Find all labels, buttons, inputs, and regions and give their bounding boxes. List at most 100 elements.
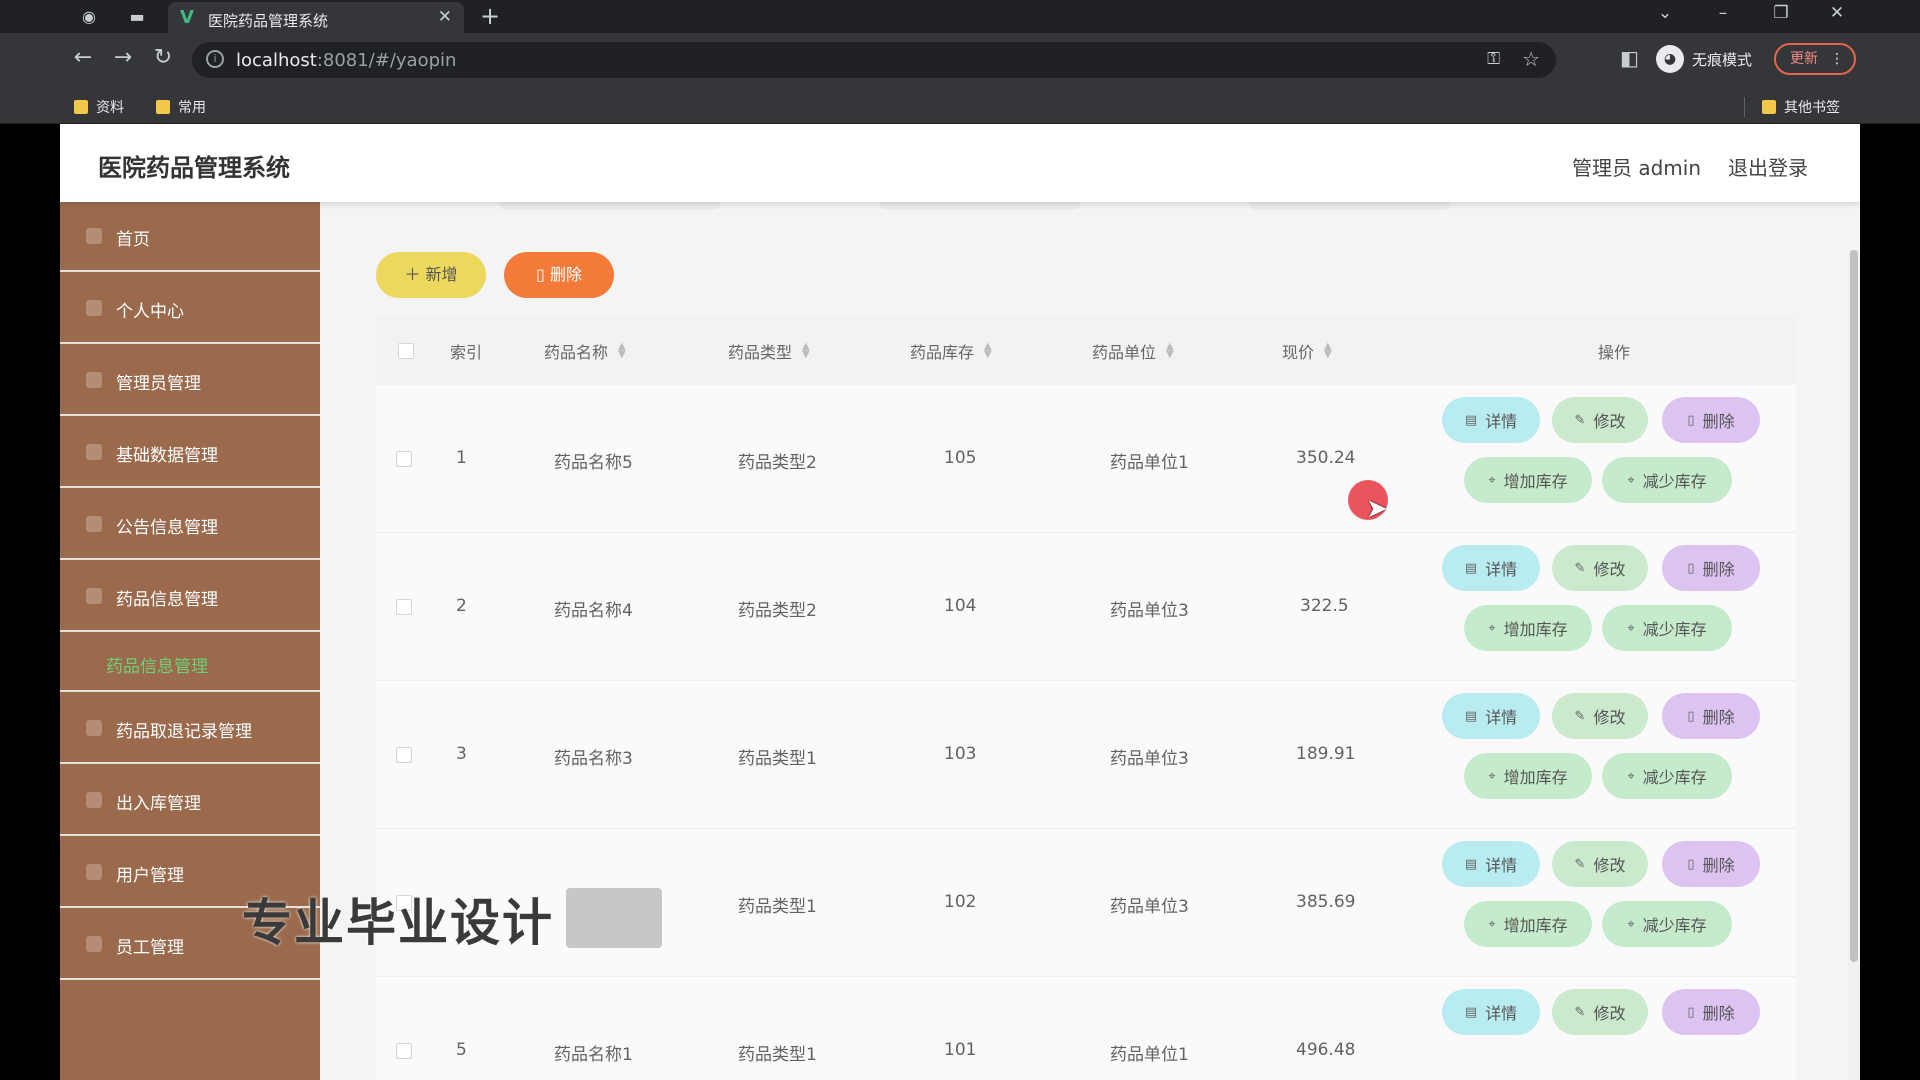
tab-search-icon[interactable]: ▬ — [124, 4, 150, 30]
col-price[interactable]: 现价 ▲ ▼ — [1282, 339, 1332, 363]
select-all-checkbox[interactable] — [398, 343, 414, 359]
bookmark-folder-1[interactable]: 资料 — [74, 97, 124, 117]
sidebar-item-inventory[interactable]: 出入库管理 — [60, 766, 320, 836]
records-icon — [86, 720, 102, 736]
detail-button[interactable]: ▤ 详情 — [1442, 693, 1540, 739]
edit-button[interactable]: ✎ 修改 — [1552, 989, 1648, 1035]
sidebar-item-admins[interactable]: 管理员管理 — [60, 346, 320, 416]
delete-button[interactable]: ▯ 删除 — [1662, 989, 1760, 1035]
sidebar-item-notices[interactable]: 公告信息管理 — [60, 490, 320, 560]
logout-link[interactable]: 退出登录 — [1728, 152, 1808, 181]
admin-icon — [86, 372, 102, 388]
col-type[interactable]: 药品类型 ▲ ▼ — [728, 339, 810, 363]
address-bar[interactable]: i localhost:8081/#/yaopin ⚿ ☆ — [192, 42, 1556, 78]
minimize-icon[interactable]: – — [1708, 3, 1738, 23]
location-pin-icon: ⌖ — [1627, 472, 1635, 488]
delete-button[interactable]: ▯ 删除 — [1662, 693, 1760, 739]
add-button[interactable]: ＋ 新增 — [376, 252, 486, 298]
app-title: 医院药品管理系统 — [98, 154, 290, 182]
sidebar-item-profile[interactable]: 个人中心 — [60, 274, 320, 344]
decrease-stock-button[interactable]: ⌖ 减少库存 — [1602, 901, 1732, 947]
sidebar-item-label: 公告信息管理 — [116, 518, 218, 538]
sort-icon: ▲ ▼ — [984, 341, 992, 360]
increase-stock-button[interactable]: ⌖ 增加库存 — [1464, 605, 1592, 651]
edit-button[interactable]: ✎ 修改 — [1552, 841, 1648, 887]
pencil-icon: ✎ — [1574, 1004, 1586, 1020]
sidebar-item-drug-info[interactable]: 药品信息管理 — [60, 562, 320, 632]
detail-button[interactable]: ▤ 详情 — [1442, 545, 1540, 591]
col-unit[interactable]: 药品单位 ▲ ▼ — [1092, 339, 1174, 363]
incognito-indicator[interactable]: ◕ 无痕模式 — [1656, 42, 1752, 76]
new-tab-icon[interactable]: + — [480, 2, 500, 30]
edit-button[interactable]: ✎ 修改 — [1552, 397, 1648, 443]
page-scrollbar[interactable] — [1848, 250, 1860, 1080]
sidebar-subitem-drug-info[interactable]: 药品信息管理 — [60, 634, 320, 692]
col-name[interactable]: 药品名称 ▲ ▼ — [544, 339, 626, 363]
delete-button[interactable]: ▯ 删除 — [1662, 397, 1760, 443]
cell-stock: 104 — [944, 596, 977, 616]
edit-button[interactable]: ✎ 修改 — [1552, 545, 1648, 591]
forward-icon[interactable]: → — [108, 45, 138, 70]
folder-icon — [74, 100, 88, 114]
side-panel-icon[interactable]: ◧ — [1620, 46, 1639, 70]
restore-icon[interactable]: ❐ — [1766, 3, 1796, 23]
delete-button[interactable]: ▯ 删除 — [1662, 841, 1760, 887]
sidebar-item-label: 管理员管理 — [116, 374, 201, 394]
sidebar-item-basic-data[interactable]: 基础数据管理 — [60, 418, 320, 488]
row-checkbox[interactable] — [396, 747, 412, 763]
table-header: 索引 药品名称 ▲ ▼ 药品类型 ▲ ▼ 药品库存 ▲ ▼ 药品单位 ▲ ▼ 现价 ▲ ▼ 操作 — [376, 315, 1796, 385]
home-icon — [86, 228, 102, 244]
browser-tab-active[interactable]: V 医院药品管理系统 ✕ — [168, 2, 464, 33]
detail-button[interactable]: ▤ 详情 — [1442, 397, 1540, 443]
cell-type: 药品类型1 — [738, 749, 817, 769]
location-pin-icon: ⌖ — [1627, 768, 1635, 784]
bookmarks-divider — [1744, 97, 1745, 117]
location-pin-icon: ⌖ — [1627, 916, 1635, 932]
tab-close-icon[interactable]: ✕ — [438, 7, 452, 27]
decrease-stock-button[interactable]: ⌖ 减少库存 — [1602, 605, 1732, 651]
scrollbar-thumb[interactable] — [1850, 250, 1858, 962]
increase-stock-button[interactable]: ⌖ 增加库存 — [1464, 753, 1592, 799]
col-stock[interactable]: 药品库存 ▲ ▼ — [910, 339, 992, 363]
delete-button[interactable]: ▯ 删除 — [1662, 545, 1760, 591]
update-button[interactable]: 更新 ⋮ — [1774, 43, 1856, 75]
row-checkbox[interactable] — [396, 1043, 412, 1059]
row-checkbox[interactable] — [396, 451, 412, 467]
window-close-icon[interactable]: ✕ — [1822, 3, 1852, 23]
detail-button[interactable]: ▤ 详情 — [1442, 989, 1540, 1035]
detail-button[interactable]: ▤ 详情 — [1442, 841, 1540, 887]
password-key-icon[interactable]: ⚿ — [1487, 49, 1500, 69]
cell-name: 药品名称5 — [554, 453, 633, 473]
cell-unit: 药品单位3 — [1110, 601, 1189, 621]
other-bookmarks[interactable]: 其他书签 — [1762, 97, 1840, 117]
row-checkbox[interactable] — [396, 599, 412, 615]
edit-button[interactable]: ✎ 修改 — [1552, 693, 1648, 739]
sort-icon: ▲ ▼ — [1324, 341, 1332, 360]
cell-type: 药品类型1 — [738, 897, 817, 917]
add-label: 新增 — [425, 265, 458, 284]
increase-stock-button[interactable]: ⌖ 增加库存 — [1464, 457, 1592, 503]
bookmark-star-icon[interactable]: ☆ — [1522, 47, 1540, 71]
increase-stock-button[interactable]: ⌖ 增加库存 — [1464, 901, 1592, 947]
pencil-icon: ✎ — [1574, 708, 1586, 724]
col-index: 索引 — [450, 343, 483, 362]
decrease-stock-button[interactable]: ⌖ 减少库存 — [1602, 753, 1732, 799]
cell-stock: 103 — [944, 744, 977, 764]
more-menu-icon[interactable]: ⋮ — [1830, 45, 1844, 73]
decrease-stock-button[interactable]: ⌖ 减少库存 — [1602, 457, 1732, 503]
incognito-label: 无痕模式 — [1692, 50, 1753, 69]
cell-index: 2 — [456, 596, 467, 616]
reload-icon[interactable]: ↻ — [148, 45, 178, 70]
back-icon[interactable]: ← — [68, 45, 98, 70]
table-row: 3 药品名称3 药品类型1 103 药品单位3 189.91 ▤ 详情 ✎ 修改 ▯… — [376, 681, 1796, 829]
batch-delete-button[interactable]: ▯ 删除 — [504, 252, 614, 298]
tab-list-chevron-icon[interactable]: ⌄ — [1650, 3, 1680, 23]
cell-unit: 药品单位3 — [1110, 897, 1189, 917]
sidebar-item-home[interactable]: 首页 — [60, 202, 320, 272]
sidebar-item-drug-records[interactable]: 药品取退记录管理 — [60, 694, 320, 764]
bookmark-folder-2[interactable]: 常用 — [156, 97, 206, 117]
site-info-icon[interactable]: i — [206, 50, 224, 68]
browser-menu-icon[interactable]: ◉ — [76, 4, 102, 30]
location-pin-icon: ⌖ — [1488, 620, 1496, 636]
sidebar-item-label: 个人中心 — [116, 302, 184, 322]
